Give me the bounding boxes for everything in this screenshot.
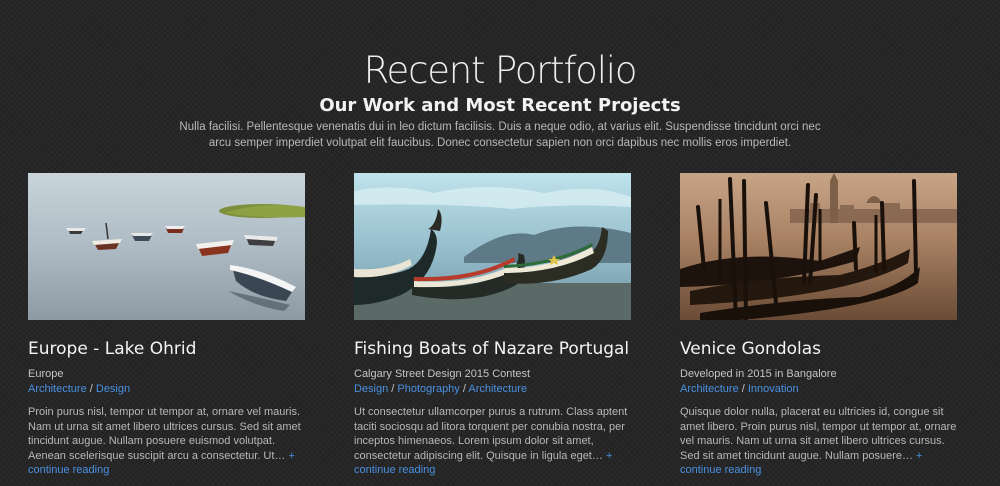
- portfolio-image-venice[interactable]: [680, 173, 957, 320]
- project-title[interactable]: Fishing Boats of Nazare Portugal: [354, 338, 631, 360]
- section-title: Recent Portfolio: [363, 48, 638, 92]
- gondolas-photo: [680, 173, 957, 320]
- portfolio-card-venice: Venice Gondolas Developed in 2015 in Ban…: [680, 173, 957, 478]
- tag-link-architecture[interactable]: Architecture: [28, 383, 87, 395]
- portfolio-image-nazare[interactable]: [354, 173, 631, 320]
- project-excerpt-text: Proin purus nisl, tempor ut tempor at, o…: [28, 406, 301, 462]
- fishing-boats-photo: [354, 173, 631, 320]
- tag-link-photography[interactable]: Photography: [397, 383, 459, 395]
- rowboats-lake-photo: [28, 173, 305, 320]
- project-meta: Europe: [28, 368, 64, 380]
- tag-link-innovation[interactable]: Innovation: [748, 383, 799, 395]
- project-title[interactable]: Venice Gondolas: [680, 338, 957, 360]
- project-tags: Architecture / Innovation: [680, 383, 799, 395]
- project-tags: Architecture / Design: [28, 383, 131, 395]
- project-excerpt: Proin purus nisl, tempor ut tempor at, o…: [28, 405, 305, 478]
- tag-link-architecture[interactable]: Architecture: [468, 383, 527, 395]
- project-meta: Calgary Street Design 2015 Contest: [354, 368, 531, 380]
- section-subtitle: Our Work and Most Recent Projects: [319, 94, 681, 116]
- project-excerpt: Quisque dolor nulla, placerat eu ultrici…: [680, 405, 957, 478]
- project-tags: Design / Photography / Architecture: [354, 383, 528, 395]
- tag-link-design[interactable]: Design: [96, 383, 130, 395]
- portfolio-image-lake-ohrid[interactable]: [28, 173, 305, 320]
- portfolio-card-nazare: Fishing Boats of Nazare Portugal Calgary…: [354, 173, 631, 478]
- tag-link-architecture[interactable]: Architecture: [680, 383, 739, 395]
- project-title[interactable]: Europe - Lake Ohrid: [28, 338, 305, 360]
- tag-link-design[interactable]: Design: [354, 383, 388, 395]
- project-meta: Developed in 2015 in Bangalore: [680, 368, 837, 380]
- project-excerpt-text: Quisque dolor nulla, placerat eu ultrici…: [680, 406, 957, 462]
- project-excerpt: Ut consectetur ullamcorper purus a rutru…: [354, 405, 631, 478]
- project-excerpt-text: Ut consectetur ullamcorper purus a rutru…: [354, 406, 628, 462]
- portfolio-card-lake-ohrid: Europe - Lake Ohrid Europe Architecture …: [28, 173, 305, 478]
- section-intro: Nulla facilisi. Pellentesque venenatis d…: [179, 120, 821, 149]
